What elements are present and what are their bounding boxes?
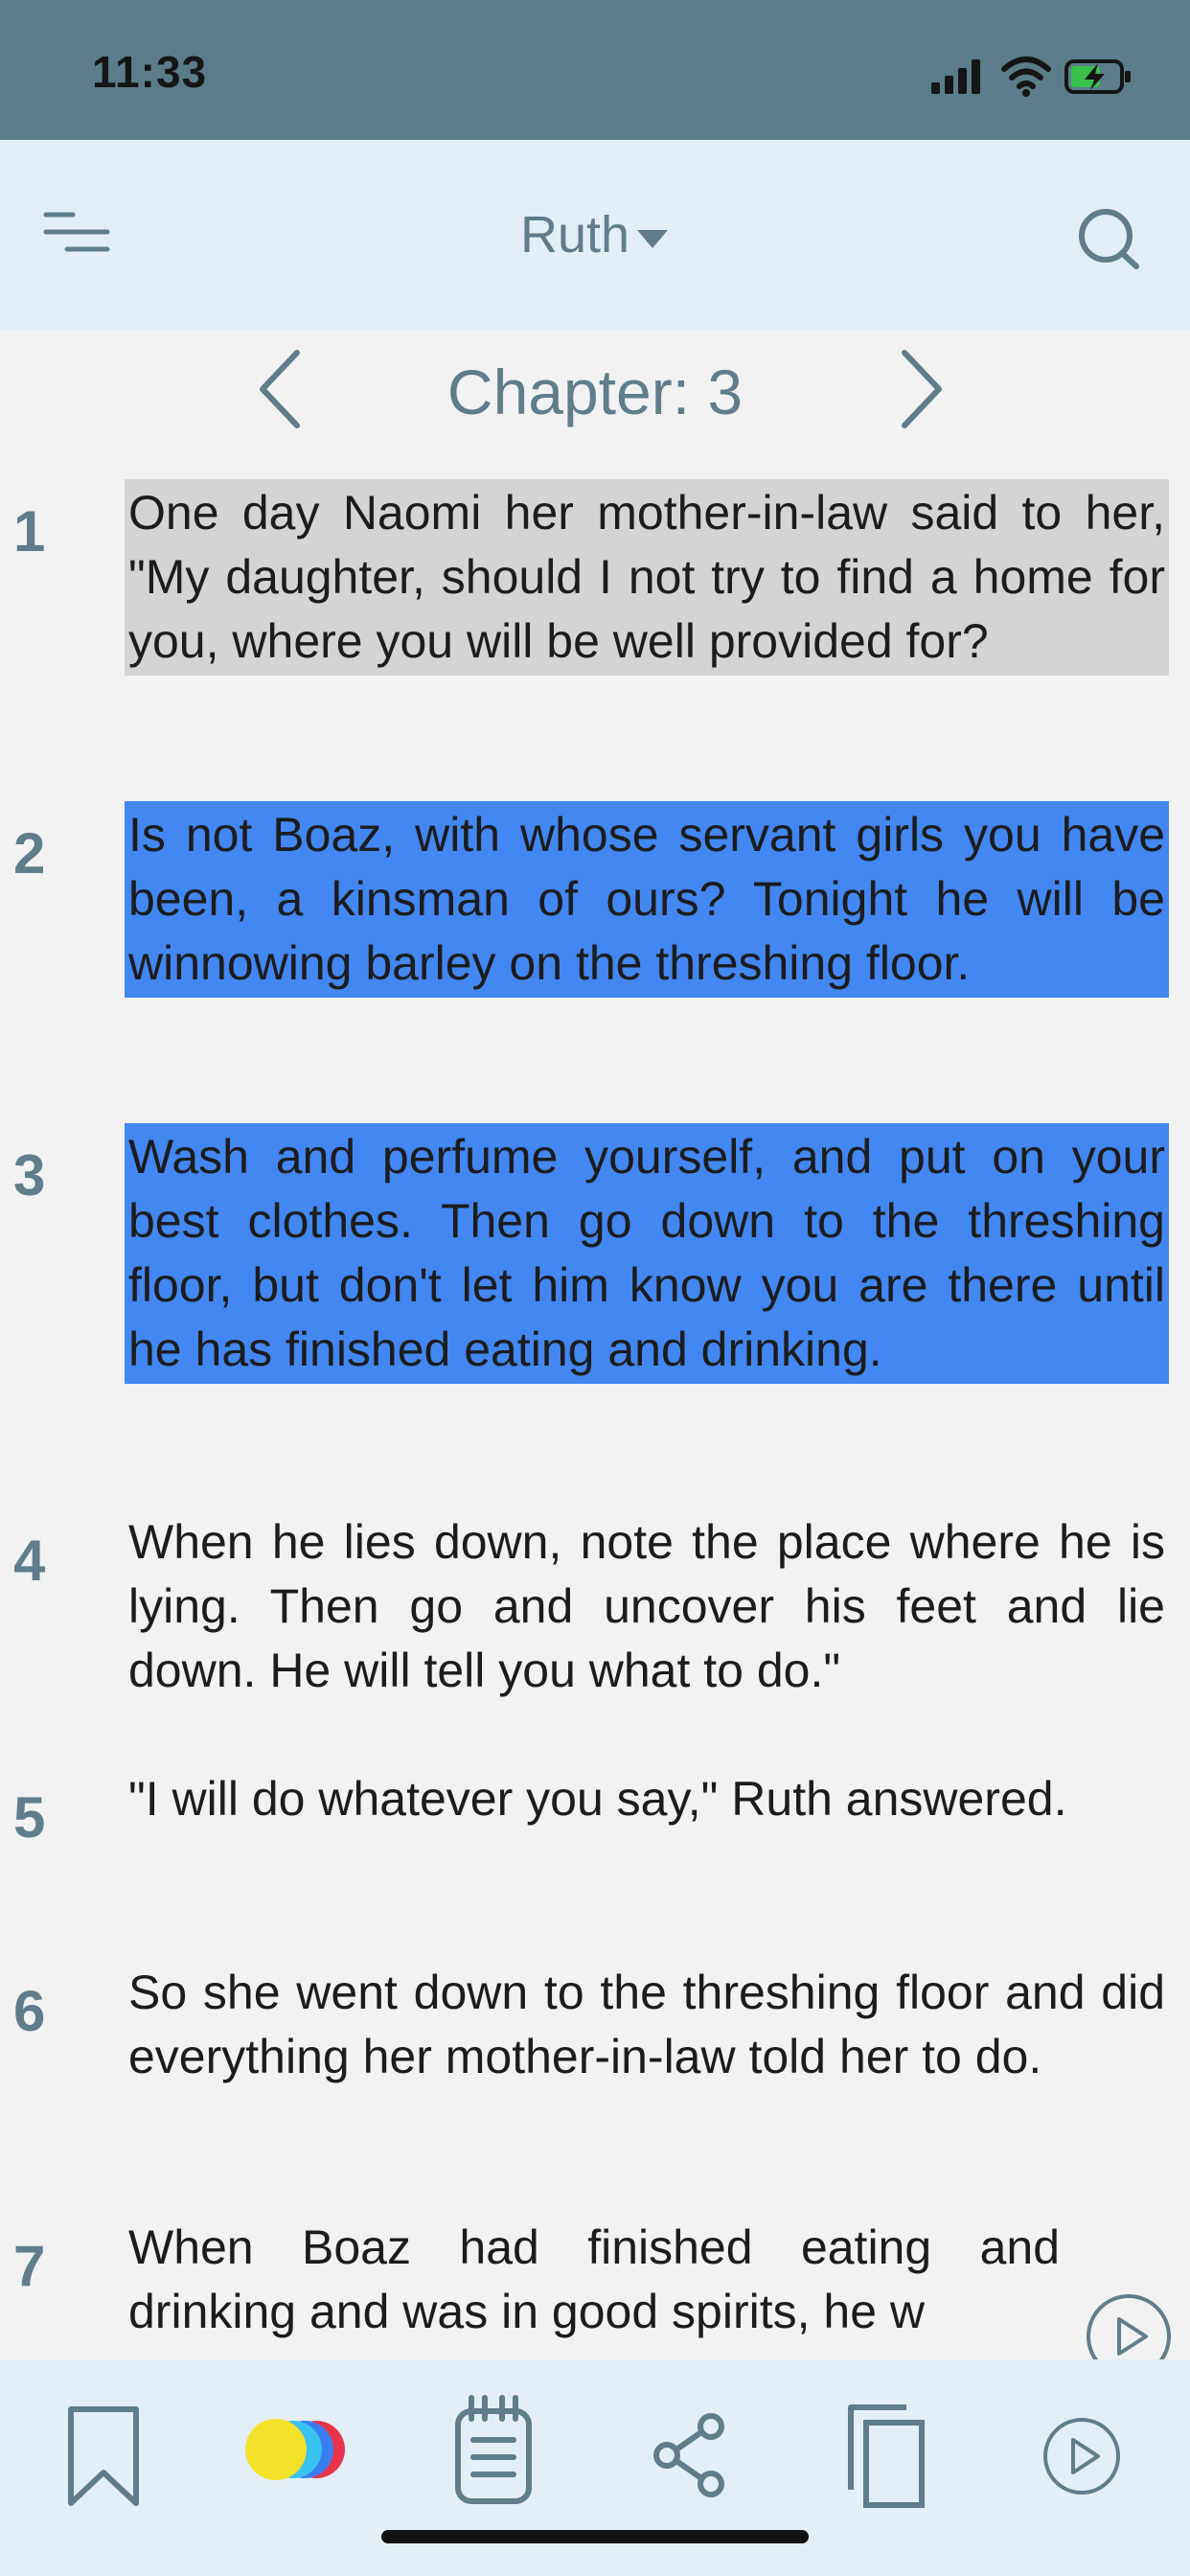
search-button[interactable] bbox=[1075, 205, 1142, 272]
caret-down-icon bbox=[637, 230, 669, 248]
verse-number: 2 bbox=[13, 821, 46, 886]
book-selector-button[interactable]: Ruth bbox=[520, 205, 670, 264]
verse-text[interactable]: "I will do whatever you say," Ruth answe… bbox=[125, 1765, 1169, 1833]
chapter-navigation: Chapter: 3 bbox=[0, 330, 1190, 454]
battery-charging-icon bbox=[1064, 59, 1131, 94]
verse-text[interactable]: When Boaz had finished eating and drinki… bbox=[125, 2214, 1064, 2346]
verse-text[interactable]: Wash and perfume yourself, and put on yo… bbox=[125, 1123, 1169, 1384]
status-time: 11:33 bbox=[92, 47, 208, 97]
copy-icon bbox=[848, 2404, 925, 2508]
highlight-colors-icon bbox=[245, 2419, 345, 2480]
status-bar: 11:33 bbox=[0, 0, 1190, 140]
verse-number: 7 bbox=[13, 2234, 46, 2298]
home-indicator bbox=[381, 2530, 809, 2543]
search-icon bbox=[1079, 209, 1139, 269]
next-chapter-button[interactable] bbox=[893, 347, 950, 431]
book-selector: Ruth bbox=[0, 140, 1190, 330]
cellular-signal-icon bbox=[931, 59, 980, 94]
wifi-icon bbox=[1001, 57, 1051, 97]
verse-number: 3 bbox=[13, 1143, 46, 1208]
menu-lines-icon bbox=[43, 212, 110, 252]
verse-text[interactable]: Is not Boaz, with whose servant girls yo… bbox=[125, 801, 1169, 998]
verse-number: 4 bbox=[13, 1529, 46, 1593]
verse-text[interactable]: One day Naomi her mother-in-law said to … bbox=[125, 479, 1169, 676]
play-icon bbox=[1043, 2418, 1120, 2495]
bookmark-button[interactable] bbox=[63, 2404, 144, 2514]
verse-list[interactable]: 1 One day Naomi her mother-in-law said t… bbox=[0, 454, 1190, 2361]
share-icon bbox=[653, 2413, 724, 2497]
verse-number: 5 bbox=[13, 1785, 46, 1850]
status-icons bbox=[929, 54, 1134, 100]
notes-button[interactable] bbox=[452, 2392, 535, 2512]
verse-number: 1 bbox=[13, 499, 46, 564]
play-audio-button[interactable] bbox=[1041, 2415, 1123, 2502]
bottom-toolbar bbox=[0, 2359, 1190, 2576]
verse-text[interactable]: So she went down to the threshing floor … bbox=[125, 1959, 1169, 2091]
verse-text[interactable]: When he lies down, note the place where … bbox=[125, 1508, 1169, 1705]
chevron-right-icon bbox=[902, 350, 942, 428]
share-button[interactable] bbox=[652, 2413, 728, 2502]
copy-button[interactable] bbox=[845, 2402, 927, 2516]
book-title: Ruth bbox=[519, 206, 630, 264]
chapter-label-wrap: Chapter: 3 bbox=[0, 330, 1190, 454]
chapter-label: Chapter: 3 bbox=[446, 356, 744, 427]
previous-chapter-button[interactable] bbox=[251, 347, 309, 431]
app-header: Ruth bbox=[0, 140, 1190, 330]
verse-number: 6 bbox=[13, 1979, 46, 2043]
bookmark-icon bbox=[68, 2406, 139, 2506]
notes-icon bbox=[455, 2395, 532, 2504]
menu-button[interactable] bbox=[40, 203, 113, 264]
chevron-left-icon bbox=[260, 350, 300, 428]
highlight-color-button[interactable] bbox=[240, 2413, 358, 2491]
